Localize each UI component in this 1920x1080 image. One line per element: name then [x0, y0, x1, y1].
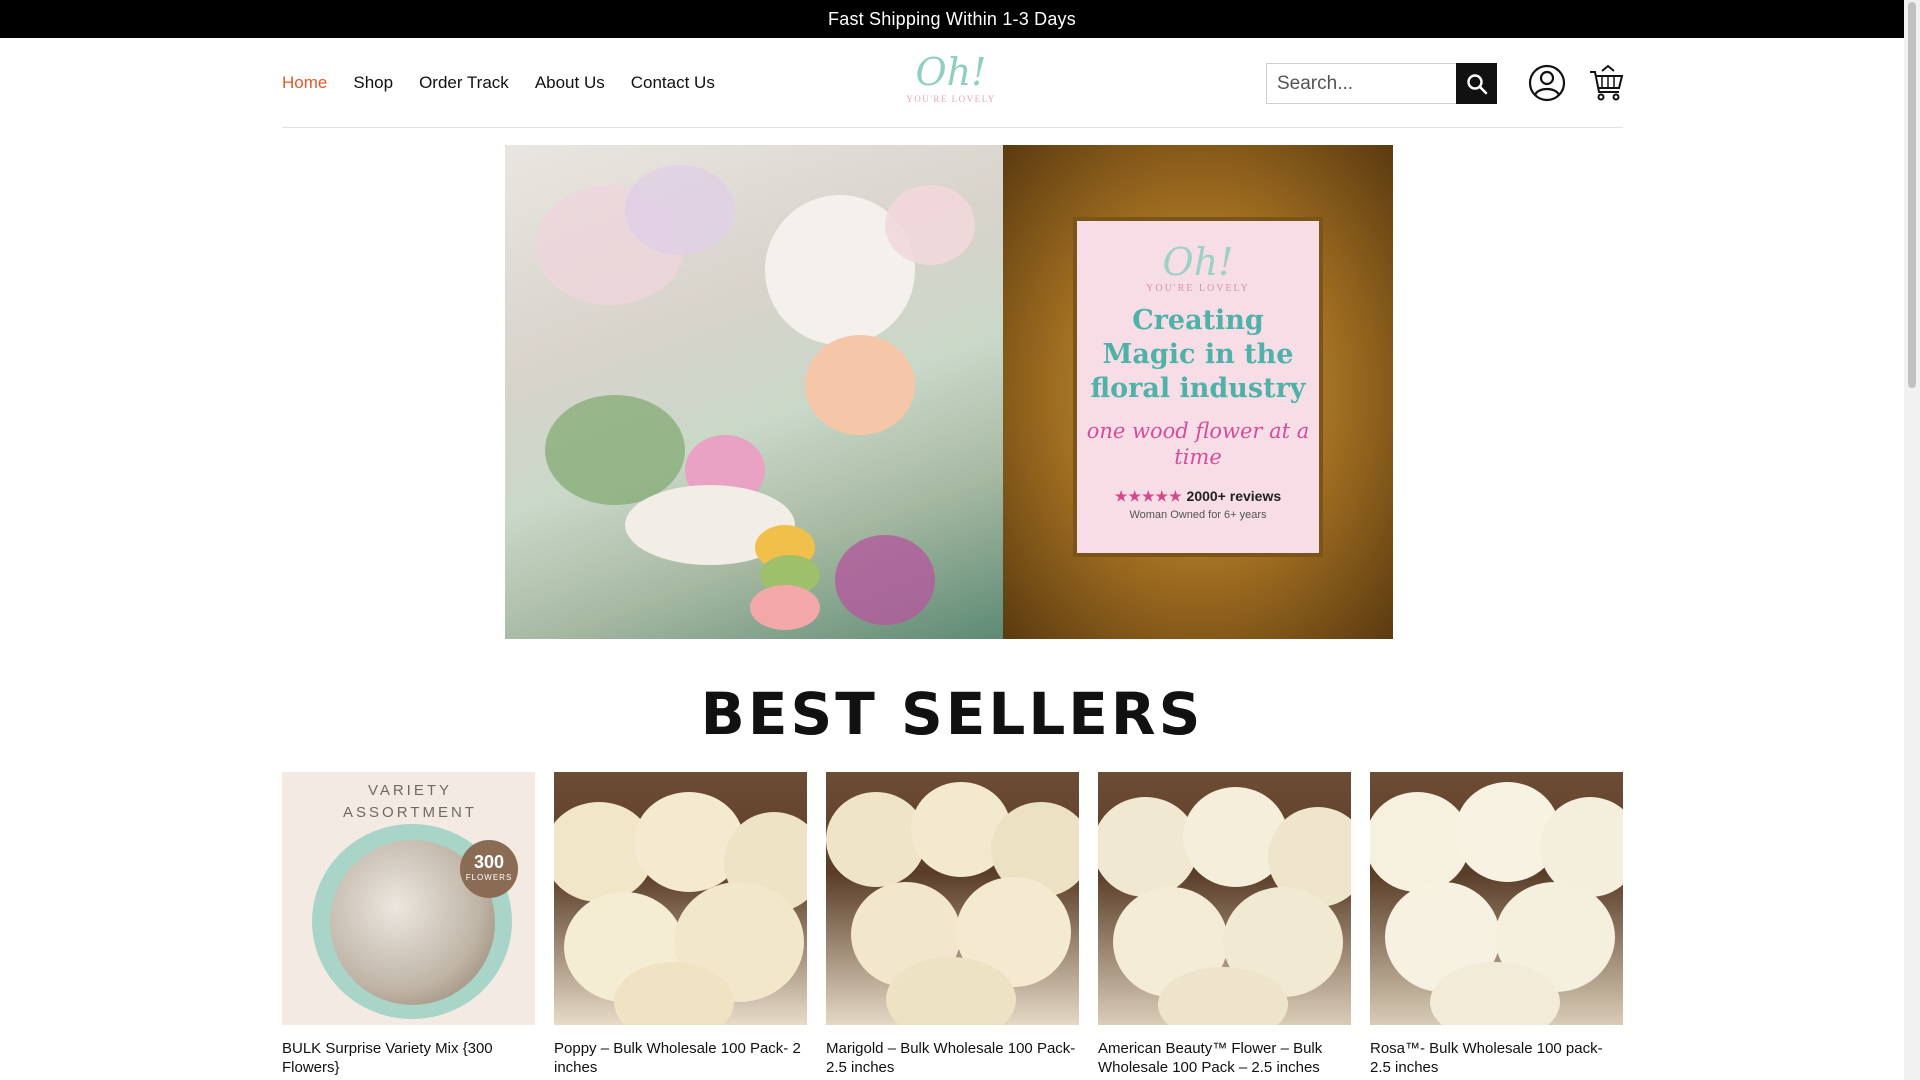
hero-photo: [505, 145, 1003, 639]
product-card[interactable]: VARIETY ASSORTMENT 300 FLOWERS BULK Surp…: [282, 772, 535, 1077]
cart-button[interactable]: [1588, 64, 1624, 102]
hero-owned: Woman Owned for 6+ years: [1129, 509, 1267, 521]
search-form: [1266, 63, 1497, 104]
product-card[interactable]: Poppy – Bulk Wholesale 100 Pack- 2 inche…: [554, 772, 807, 1077]
star-rating-icon: ★★★★★: [1114, 488, 1183, 504]
product-name[interactable]: Marigold – Bulk Wholesale 100 Pack- 2.5 …: [826, 1039, 1079, 1077]
hero-logo-mark: Oh!: [1162, 240, 1234, 284]
hero-frame: Oh! YOU'RE LOVELY Creating Magic in the …: [1003, 145, 1393, 639]
product-image[interactable]: VARIETY ASSORTMENT 300 FLOWERS: [282, 772, 535, 1025]
search-input[interactable]: [1266, 63, 1456, 104]
site-header: Home Shop Order Track About Us Contact U…: [0, 38, 1904, 128]
product-card[interactable]: American Beauty™ Flower – Bulk Wholesale…: [1098, 772, 1351, 1077]
best-sellers-title: BEST SELLERS: [700, 680, 1204, 748]
announcement-text: Fast Shipping Within 1-3 Days: [828, 8, 1076, 29]
nav-contact-us[interactable]: Contact Us: [631, 73, 715, 93]
product-name[interactable]: Poppy – Bulk Wholesale 100 Pack- 2 inche…: [554, 1039, 807, 1077]
user-circle-icon: [1528, 64, 1566, 102]
header-divider: [282, 127, 1623, 128]
nav-order-track[interactable]: Order Track: [419, 73, 509, 93]
nav-home[interactable]: Home: [282, 73, 327, 93]
page-scrollbar[interactable]: [1904, 0, 1920, 1080]
search-icon: [1466, 73, 1487, 94]
scrollbar-thumb[interactable]: [1908, 2, 1916, 388]
product-image[interactable]: [554, 772, 807, 1025]
main-nav: Home Shop Order Track About Us Contact U…: [282, 38, 715, 128]
product-image-caption: VARIETY ASSORTMENT: [343, 782, 477, 821]
product-image[interactable]: [826, 772, 1079, 1025]
hero-frame-content: Oh! YOU'RE LOVELY Creating Magic in the …: [1073, 217, 1323, 557]
announcement-bar: Fast Shipping Within 1-3 Days: [0, 0, 1904, 38]
product-card[interactable]: Marigold – Bulk Wholesale 100 Pack- 2.5 …: [826, 772, 1079, 1077]
hero-reviews-text: 2000+ reviews: [1186, 488, 1282, 504]
product-name[interactable]: BULK Surprise Variety Mix {300 Flowers}: [282, 1039, 535, 1077]
logo-subtitle: YOU'RE LOVELY: [906, 94, 996, 104]
product-badge-label: FLOWERS: [465, 873, 513, 882]
product-image[interactable]: [1098, 772, 1351, 1025]
account-button[interactable]: [1528, 64, 1566, 102]
logo-mark: Oh!: [915, 50, 987, 94]
product-name[interactable]: American Beauty™ Flower – Bulk Wholesale…: [1098, 1039, 1351, 1077]
product-card[interactable]: Rosa™- Bulk Wholesale 100 pack- 2.5 inch…: [1370, 772, 1623, 1077]
search-button[interactable]: [1456, 63, 1497, 104]
product-name[interactable]: Rosa™- Bulk Wholesale 100 pack- 2.5 inch…: [1370, 1039, 1623, 1077]
product-image[interactable]: [1370, 772, 1623, 1025]
nav-about-us[interactable]: About Us: [535, 73, 605, 93]
site-logo[interactable]: Oh! YOU'RE LOVELY: [905, 50, 997, 118]
hero-logo-subtitle: YOU'RE LOVELY: [1146, 283, 1250, 294]
hero-banner[interactable]: Oh! YOU'RE LOVELY Creating Magic in the …: [505, 145, 1393, 639]
product-grid: VARIETY ASSORTMENT 300 FLOWERS BULK Surp…: [282, 772, 1623, 1077]
hero-reviews: ★★★★★ 2000+ reviews: [1077, 488, 1319, 505]
hero-headline: Creating Magic in the floral industry: [1090, 305, 1306, 404]
nav-shop[interactable]: Shop: [353, 73, 393, 93]
product-badge-count: 300: [473, 852, 505, 872]
cart-icon: [1590, 64, 1624, 101]
hero-script: one wood flower at a time: [1086, 419, 1310, 469]
